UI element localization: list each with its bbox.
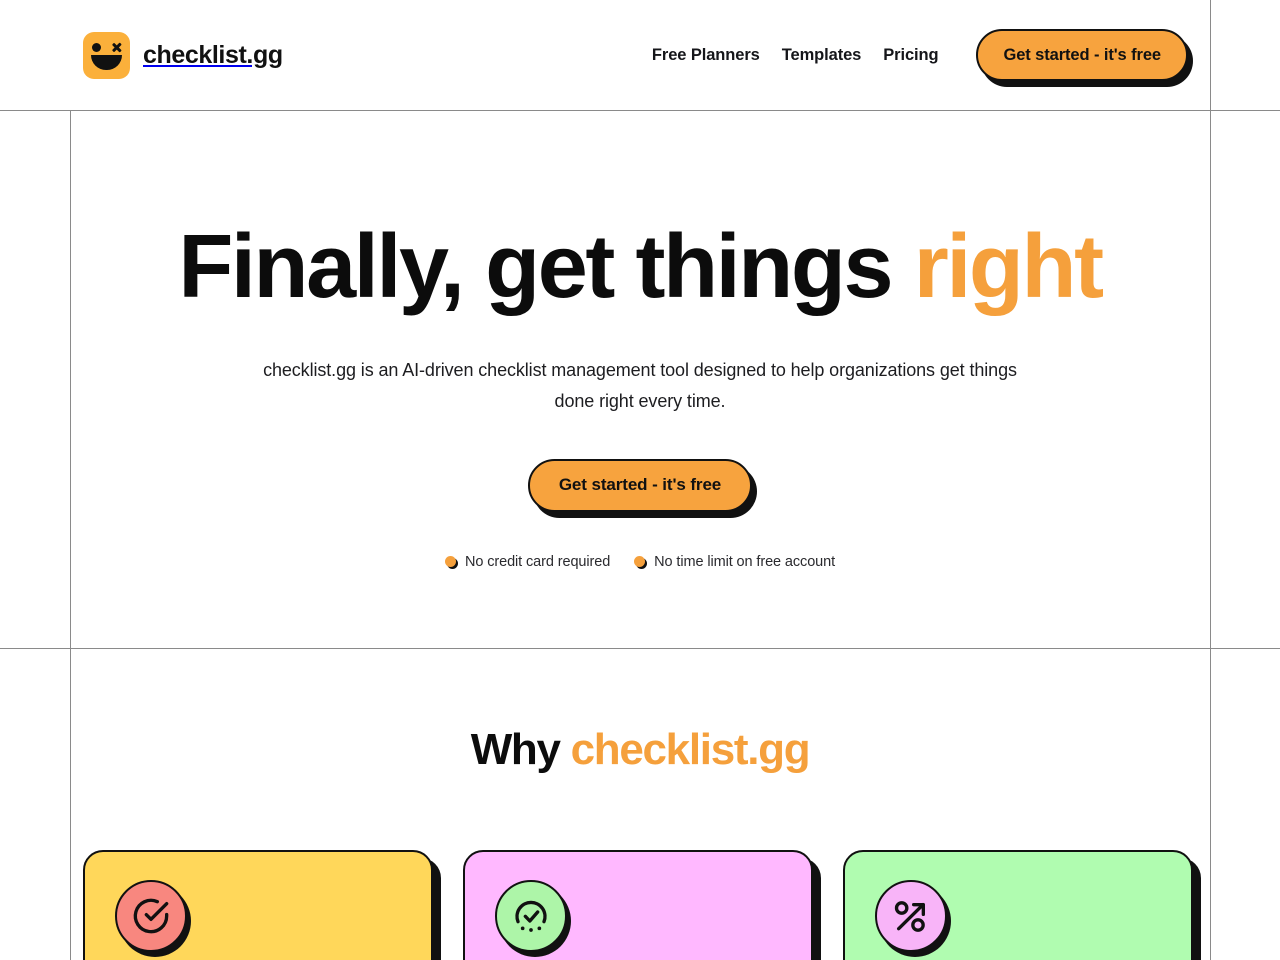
badge-no-credit-card: No credit card required [444, 553, 611, 570]
nav-item-pricing[interactable]: Pricing [883, 46, 938, 65]
logo-smile-icon [91, 54, 122, 70]
badge-label: No time limit on free account [654, 553, 836, 570]
feature-card[interactable] [463, 850, 813, 960]
why-title-accent: checklist.gg [570, 725, 811, 774]
page-frame-right-rule [1210, 0, 1211, 960]
feature-card-list [83, 850, 1203, 960]
site-header: checklist.gg Free Planners Templates Pri… [70, 0, 1210, 110]
brand-logo-link[interactable]: checklist.gg [83, 31, 283, 79]
why-section: Why checklist.gg [70, 649, 1210, 960]
brand-name: checklist.gg [143, 40, 283, 69]
smiley-face-logo-icon [83, 31, 130, 79]
logo-eye-x-icon [111, 42, 122, 53]
percent-arrow-up-icon [875, 880, 947, 952]
header-get-started-button[interactable]: Get started - it's free [976, 29, 1188, 81]
feature-card[interactable] [843, 850, 1193, 960]
dashed-check-circle-icon [495, 880, 567, 952]
hero-section: Finally, get things right checklist.gg i… [70, 111, 1210, 648]
hero-badge-list: No credit card required No time limit on… [444, 553, 835, 570]
badge-no-time-limit: No time limit on free account [634, 554, 835, 570]
hero-get-started-button[interactable]: Get started - it's free [527, 458, 753, 512]
badge-label: No credit card required [464, 553, 611, 570]
hero-cta-wrapper: Get started - it's free [527, 458, 753, 512]
feature-card[interactable] [83, 850, 433, 960]
why-title: Why checklist.gg [70, 725, 1210, 775]
hero-title-main: Finally, get things [178, 217, 914, 317]
hero-subtitle: checklist.gg is an AI-driven checklist m… [263, 359, 1017, 411]
check-circle-icon [115, 880, 187, 952]
hero-title-accent: right [913, 217, 1104, 317]
logo-eye-dot-icon [92, 42, 101, 52]
nav-item-templates[interactable]: Templates [782, 46, 862, 65]
orange-dot-icon [444, 556, 456, 568]
why-title-main: Why [470, 725, 571, 774]
hero-title: Finally, get things right [178, 221, 1104, 314]
main-navigation: Free Planners Templates Pricing Get star… [652, 29, 1188, 81]
nav-item-free-planners[interactable]: Free Planners [652, 46, 760, 65]
orange-dot-icon [634, 556, 646, 568]
